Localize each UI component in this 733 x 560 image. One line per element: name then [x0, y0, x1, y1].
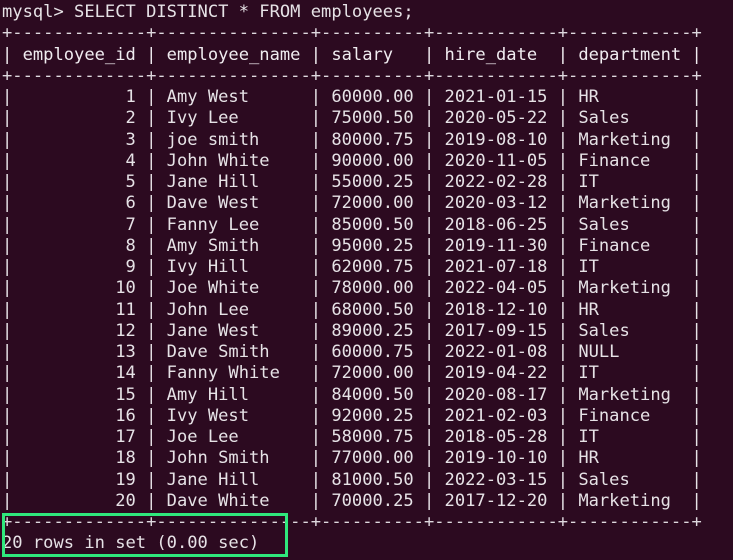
table-row: | 1 | Amy West | 60000.00 | 2021-01-15 |…: [2, 87, 702, 107]
table-row: | 10 | Joe White | 78000.00 | 2022-04-05…: [2, 278, 702, 299]
table-row: | 13 | Dave Smith | 60000.75 | 2022-01-0…: [2, 342, 702, 362]
table-row: | 7 | Fanny Lee | 85000.50 | 2018-06-25 …: [2, 214, 702, 235]
table-row: | 12 | Jane West | 89000.25 | 2017-09-15…: [2, 320, 702, 341]
mysql-prompt-line: mysql> SELECT DISTINCT * FROM employees;: [2, 2, 414, 22]
table-row: | 20 | Dave White | 70000.25 | 2017-12-2…: [2, 490, 702, 511]
table-separator-header: +-------------+---------------+---------…: [2, 65, 702, 86]
table-separator-top: +-------------+---------------+---------…: [2, 23, 702, 44]
table-row: | 11 | John Lee | 68000.50 | 2018-12-10 …: [2, 299, 702, 320]
table-separator-bottom: +-------------+---------------+---------…: [2, 512, 702, 532]
table-header-row: | employee_id | employee_name | salary |…: [2, 44, 702, 65]
table-row: | 5 | Jane Hill | 55000.25 | 2022-02-28 …: [2, 172, 702, 192]
table-row: | 16 | Ivy West | 92000.25 | 2021-02-03 …: [2, 405, 702, 426]
table-row: | 17 | Joe Lee | 58000.75 | 2018-05-28 |…: [2, 427, 702, 447]
table-row: | 6 | Dave West | 72000.00 | 2020-03-12 …: [2, 193, 702, 214]
table-row: | 19 | Jane Hill | 81000.50 | 2022-03-15…: [2, 469, 702, 490]
table-row: | 14 | Fanny White | 72000.00 | 2019-04-…: [2, 363, 702, 384]
table-row: | 9 | Ivy Hill | 62000.75 | 2021-07-18 |…: [2, 257, 702, 277]
table-row: | 8 | Amy Smith | 95000.25 | 2019-11-30 …: [2, 235, 702, 256]
table-row: | 4 | John White | 90000.00 | 2020-11-05…: [2, 150, 702, 171]
table-row: | 2 | Ivy Lee | 75000.50 | 2020-05-22 | …: [2, 108, 702, 129]
terminal-window[interactable]: mysql> SELECT DISTINCT * FROM employees;…: [0, 0, 733, 560]
table-row: | 18 | John Smith | 77000.00 | 2019-10-1…: [2, 448, 702, 469]
table-row: | 15 | Amy Hill | 84000.50 | 2020-08-17 …: [2, 384, 702, 405]
table-body: | 1 | Amy West | 60000.00 | 2021-01-15 |…: [2, 87, 733, 512]
table-row: | 3 | joe smith | 80000.75 | 2019-08-10 …: [2, 129, 702, 150]
result-status-line: 20 rows in set (0.00 sec): [2, 533, 260, 554]
